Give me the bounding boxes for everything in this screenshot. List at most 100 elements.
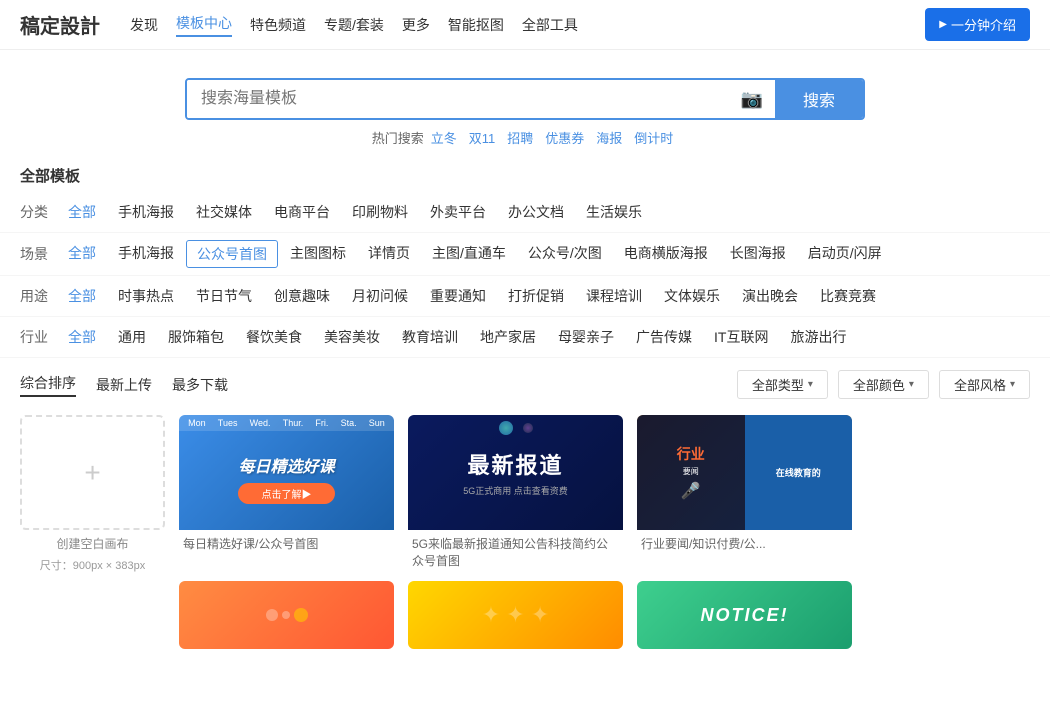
filter-industry-item-7[interactable]: 母婴亲子 xyxy=(548,324,624,350)
intro-button[interactable]: ▶ 一分钟介绍 xyxy=(925,8,1030,41)
camera-icon[interactable]: 📷 xyxy=(729,80,775,118)
main-nav: 发现 模板中心 特色频道 专题/套装 更多 智能抠图 全部工具 xyxy=(130,13,915,37)
card-1-title: 5G来临最新报道通知公告科技简约公众号首图 xyxy=(408,530,623,571)
filter-scene-item-6[interactable]: 公众号/次图 xyxy=(518,240,612,268)
card-2-image: 行业 要闻 🎤 在线教育的 xyxy=(637,415,852,530)
filter-category-item-4[interactable]: 印刷物料 xyxy=(342,199,418,225)
size-info: 尺寸：900px × 383px xyxy=(20,557,165,573)
card-2-title: 行业要闻/知识付费/公... xyxy=(637,530,852,554)
filter-scene-item-8[interactable]: 长图海报 xyxy=(720,240,796,268)
filter-industry-item-8[interactable]: 广告传媒 xyxy=(626,324,702,350)
filter-industry-item-1[interactable]: 通用 xyxy=(108,324,156,350)
filter-usage-item-10[interactable]: 比赛竞赛 xyxy=(810,283,886,309)
filter-category-item-7[interactable]: 生活娱乐 xyxy=(576,199,652,225)
hot-item-5[interactable]: 倒计时 xyxy=(634,128,673,147)
filter-usage-item-6[interactable]: 打折促销 xyxy=(498,283,574,309)
sort-bar: 综合排序 最新上传 最多下载 全部类型 ▾ 全部颜色 ▾ 全部风格 ▾ xyxy=(0,360,1050,409)
search-area: 📷 搜索 热门搜索 立冬 双11 招聘 优惠券 海报 倒计时 xyxy=(0,50,1050,159)
sort-most-downloaded[interactable]: 最多下载 xyxy=(172,375,228,395)
filter-scene-item-4[interactable]: 详情页 xyxy=(358,240,420,268)
nav-smart-cutout[interactable]: 智能抠图 xyxy=(448,15,504,35)
sort-right: 全部类型 ▾ 全部颜色 ▾ 全部风格 ▾ xyxy=(737,370,1030,399)
filter-industry-row: 行业 全部 通用 服饰箱包 餐饮美食 美容美妆 教育培训 地产家居 母婴亲子 广… xyxy=(0,317,1050,358)
filter-industry-item-2[interactable]: 服饰箱包 xyxy=(158,324,234,350)
search-input[interactable] xyxy=(187,80,729,118)
hot-item-1[interactable]: 双11 xyxy=(469,128,496,147)
template-card-2[interactable]: 行业 要闻 🎤 在线教育的 行业要闻/知识付费/公... xyxy=(637,415,852,554)
filter-usage-item-0[interactable]: 全部 xyxy=(58,283,106,309)
nav-featured[interactable]: 特色频道 xyxy=(250,15,306,35)
filter-industry-items: 全部 通用 服饰箱包 餐饮美食 美容美妆 教育培训 地产家居 母婴亲子 广告传媒… xyxy=(58,324,856,350)
filter-usage-items: 全部 时事热点 节日节气 创意趣味 月初问候 重要通知 打折促销 课程培训 文体… xyxy=(58,283,886,309)
sort-newest[interactable]: 最新上传 xyxy=(96,375,152,395)
filter-usage-item-7[interactable]: 课程培训 xyxy=(576,283,652,309)
nav-all-tools[interactable]: 全部工具 xyxy=(522,15,578,35)
filter-scene-item-3[interactable]: 主图图标 xyxy=(280,240,356,268)
bottom-card-2[interactable]: NOTICE! xyxy=(637,581,852,649)
filter-industry-item-6[interactable]: 地产家居 xyxy=(470,324,546,350)
template-card-0[interactable]: MonTuesWed.Thur.Fri.Sta.Sun 每日精选好课 点击了解▶… xyxy=(179,415,394,554)
filter-usage-item-9[interactable]: 演出晚会 xyxy=(732,283,808,309)
filter-usage-item-4[interactable]: 月初问候 xyxy=(342,283,418,309)
filter-scene-item-0[interactable]: 全部 xyxy=(58,240,106,268)
hot-item-2[interactable]: 招聘 xyxy=(507,128,533,147)
filter-industry-item-10[interactable]: 旅游出行 xyxy=(780,324,856,350)
chevron-down-icon: ▾ xyxy=(808,379,813,390)
hot-item-4[interactable]: 海报 xyxy=(596,128,622,147)
filter-color-label: 全部颜色 xyxy=(853,375,905,394)
intro-label: 一分钟介绍 xyxy=(951,15,1016,34)
create-card-label: 创建空白画布 xyxy=(20,530,165,557)
hot-item-3[interactable]: 优惠券 xyxy=(545,128,584,147)
filter-industry-item-5[interactable]: 教育培训 xyxy=(392,324,468,350)
filter-category-item-6[interactable]: 办公文档 xyxy=(498,199,574,225)
chevron-down-style-icon: ▾ xyxy=(1010,379,1015,390)
filter-category-row: 分类 全部 手机海报 社交媒体 电商平台 印刷物料 外卖平台 办公文档 生活娱乐 xyxy=(0,192,1050,233)
filter-usage-item-8[interactable]: 文体娱乐 xyxy=(654,283,730,309)
template-card-1[interactable]: 最新报道 5G正式商用 点击查看资费 5G来临最新报道通知公告科技简约公众号首图 xyxy=(408,415,623,571)
bottom-card-1[interactable]: ✦ ✦ ✦ xyxy=(408,581,623,649)
card-0-image: MonTuesWed.Thur.Fri.Sta.Sun 每日精选好课 点击了解▶ xyxy=(179,415,394,530)
filter-category-item-2[interactable]: 社交媒体 xyxy=(186,199,262,225)
grid-row-1: + 创建空白画布 尺寸：900px × 383px MonTuesWed.Thu… xyxy=(0,409,1050,575)
filter-scene-item-1[interactable]: 手机海报 xyxy=(108,240,184,268)
filter-industry-item-9[interactable]: IT互联网 xyxy=(704,324,778,350)
nav-discover[interactable]: 发现 xyxy=(130,15,158,35)
filter-industry-item-4[interactable]: 美容美妆 xyxy=(314,324,390,350)
filter-usage-item-1[interactable]: 时事热点 xyxy=(108,283,184,309)
search-box: 📷 搜索 xyxy=(185,78,865,120)
filter-type-label: 全部类型 xyxy=(752,375,804,394)
filter-type-dropdown[interactable]: 全部类型 ▾ xyxy=(737,370,828,399)
search-button[interactable]: 搜索 xyxy=(775,80,863,118)
filter-scene-row: 场景 全部 手机海报 公众号首图 主图图标 详情页 主图/直通车 公众号/次图 … xyxy=(0,233,1050,276)
chevron-down-color-icon: ▾ xyxy=(909,379,914,390)
filter-industry-item-3[interactable]: 餐饮美食 xyxy=(236,324,312,350)
play-icon: ▶ xyxy=(939,19,947,30)
filter-style-label: 全部风格 xyxy=(954,375,1006,394)
filter-color-dropdown[interactable]: 全部颜色 ▾ xyxy=(838,370,929,399)
filter-category-item-5[interactable]: 外卖平台 xyxy=(420,199,496,225)
filter-category-item-1[interactable]: 手机海报 xyxy=(108,199,184,225)
filter-usage-item-3[interactable]: 创意趣味 xyxy=(264,283,340,309)
filter-style-dropdown[interactable]: 全部风格 ▾ xyxy=(939,370,1030,399)
nav-templates[interactable]: 模板中心 xyxy=(176,13,232,37)
filter-category-items: 全部 手机海报 社交媒体 电商平台 印刷物料 外卖平台 办公文档 生活娱乐 xyxy=(58,199,652,225)
filter-scene-label: 场景 xyxy=(20,244,58,264)
filter-category-item-0[interactable]: 全部 xyxy=(58,199,106,225)
nav-more[interactable]: 更多 xyxy=(402,15,430,35)
filter-usage-item-2[interactable]: 节日节气 xyxy=(186,283,262,309)
section-title: 全部模板 xyxy=(0,159,1050,192)
card-1-image: 最新报道 5G正式商用 点击查看资费 xyxy=(408,415,623,530)
filter-industry-item-0[interactable]: 全部 xyxy=(58,324,106,350)
filter-category-item-3[interactable]: 电商平台 xyxy=(264,199,340,225)
filter-scene-item-7[interactable]: 电商横版海报 xyxy=(614,240,718,268)
sort-comprehensive[interactable]: 综合排序 xyxy=(20,373,76,397)
bottom-card-0[interactable] xyxy=(179,581,394,649)
nav-topics[interactable]: 专题/套装 xyxy=(324,15,384,35)
create-blank-card[interactable]: + 创建空白画布 尺寸：900px × 383px xyxy=(20,415,165,573)
hot-search: 热门搜索 立冬 双11 招聘 优惠券 海报 倒计时 xyxy=(372,128,679,147)
filter-scene-item-2[interactable]: 公众号首图 xyxy=(186,240,278,268)
hot-item-0[interactable]: 立冬 xyxy=(431,128,457,147)
filter-scene-item-5[interactable]: 主图/直通车 xyxy=(422,240,516,268)
filter-usage-item-5[interactable]: 重要通知 xyxy=(420,283,496,309)
filter-scene-item-9[interactable]: 启动页/闪屏 xyxy=(798,240,892,268)
